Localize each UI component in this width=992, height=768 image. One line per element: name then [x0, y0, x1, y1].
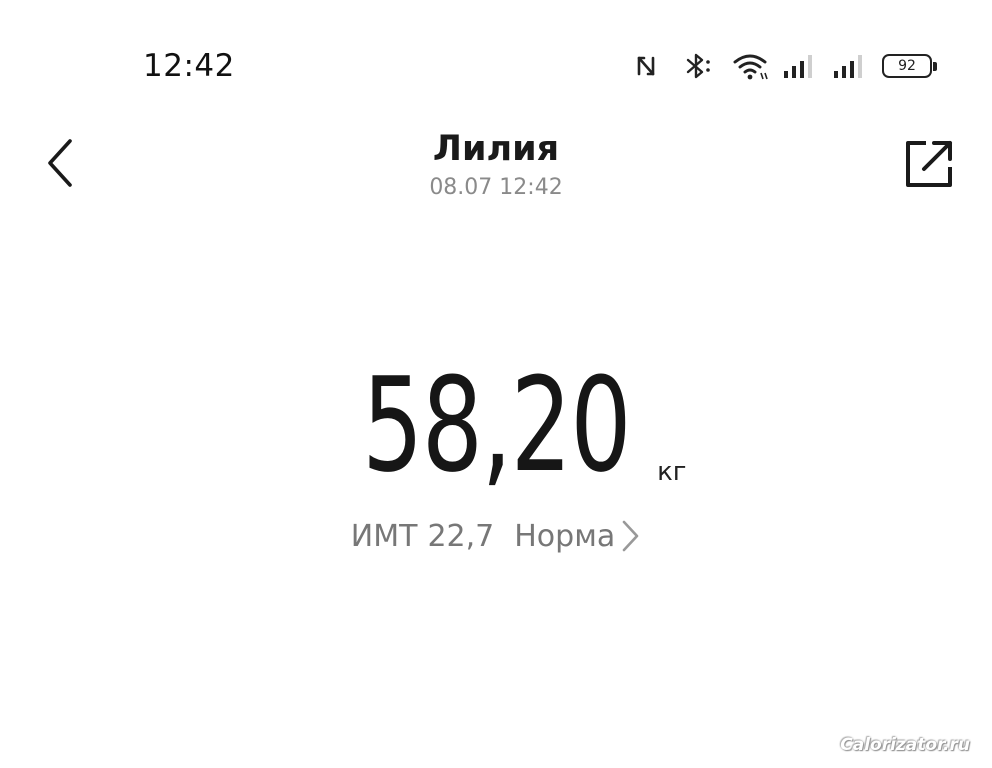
weight-details-screen: 12:42 92 Лилия 08.07 12:42 58,20 кг ИМТ …	[0, 0, 992, 768]
signal-icon	[782, 53, 818, 79]
status-icons: 92	[634, 48, 937, 84]
wifi-icon	[732, 51, 770, 81]
share-button[interactable]	[900, 135, 958, 193]
weight-unit: кг	[657, 457, 687, 487]
bmi-value: 22,7	[427, 518, 495, 554]
bluetooth-icon	[682, 53, 716, 79]
header-titles: Лилия 08.07 12:42	[0, 126, 992, 203]
measurement-datetime: 08.07 12:42	[429, 175, 563, 200]
weight-value: 58,20	[361, 349, 631, 501]
battery-indicator: 92	[882, 54, 937, 78]
page-title: Лилия	[432, 129, 560, 169]
chevron-right-icon	[619, 518, 641, 554]
weight-display: 58,20 кг	[0, 345, 992, 505]
bmi-row[interactable]: ИМТ 22,7 Норма	[0, 518, 992, 554]
bmi-status: Норма	[514, 518, 616, 554]
watermark: Calorizator.ru	[840, 735, 970, 755]
bmi-label: ИМТ	[350, 518, 418, 554]
share-external-icon	[906, 141, 952, 187]
nfc-icon	[634, 54, 658, 78]
status-time: 12:42	[143, 48, 235, 84]
signal-icon	[832, 53, 868, 79]
